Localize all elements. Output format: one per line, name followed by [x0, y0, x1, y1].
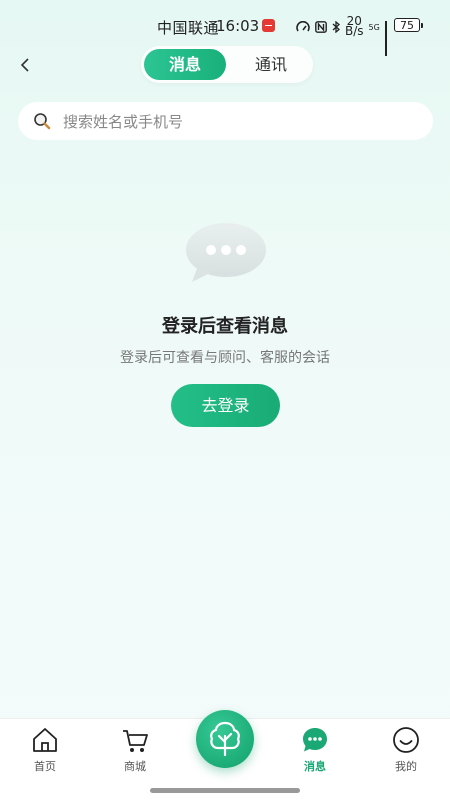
- nav-label-mall: 商城: [124, 760, 146, 773]
- empty-state-subtitle: 登录后可查看与顾问、客服的会话: [120, 350, 330, 366]
- empty-state-title: 登录后查看消息: [162, 316, 288, 337]
- center-tree-button[interactable]: [196, 710, 254, 768]
- nav-label-home: 首页: [34, 760, 56, 773]
- tree-logo-icon: [210, 721, 240, 757]
- status-icons: 20 B/s 5G: [296, 15, 387, 56]
- tab-contacts[interactable]: 通讯: [231, 49, 311, 80]
- smile-face-icon: [393, 727, 419, 753]
- login-button[interactable]: 去登录: [171, 384, 280, 427]
- speed-gauge-icon: [296, 21, 310, 32]
- status-time: 16:03: [216, 17, 260, 35]
- net-speed: 20 B/s: [345, 15, 364, 38]
- nav-item-home[interactable]: 首页: [15, 725, 75, 774]
- cart-icon: [123, 730, 148, 752]
- tab-messages[interactable]: 消息: [144, 49, 226, 80]
- home-icon: [33, 728, 57, 752]
- nav-item-profile[interactable]: 我的: [376, 725, 436, 774]
- signal-icon: [384, 21, 387, 56]
- status-bar: 中国联通 16:03 20 B/s 5G 75: [0, 0, 450, 56]
- search-input[interactable]: [61, 110, 425, 134]
- back-button[interactable]: [12, 52, 38, 78]
- network-type: 5G: [368, 22, 380, 32]
- nav-label-profile: 我的: [395, 760, 417, 773]
- net-speed-unit: B/s: [345, 24, 364, 38]
- battery-icon: 75: [394, 18, 423, 32]
- nav-label-messages: 消息: [304, 760, 326, 773]
- home-indicator[interactable]: [150, 788, 300, 793]
- nav-item-messages[interactable]: 消息: [285, 725, 345, 774]
- nav-item-mall[interactable]: 商城: [105, 725, 165, 774]
- chat-bubble-icon: [303, 728, 327, 752]
- empty-chat-illustration: [186, 223, 266, 282]
- bluetooth-icon: [332, 21, 340, 33]
- nfc-icon: [315, 21, 327, 33]
- carrier-name: 中国联通: [157, 19, 220, 37]
- search-bar[interactable]: [18, 102, 433, 140]
- search-icon: [34, 113, 51, 130]
- chevron-left-icon: [20, 58, 29, 72]
- notification-icon: [262, 19, 275, 32]
- tab-switcher: 消息 通讯: [141, 46, 313, 83]
